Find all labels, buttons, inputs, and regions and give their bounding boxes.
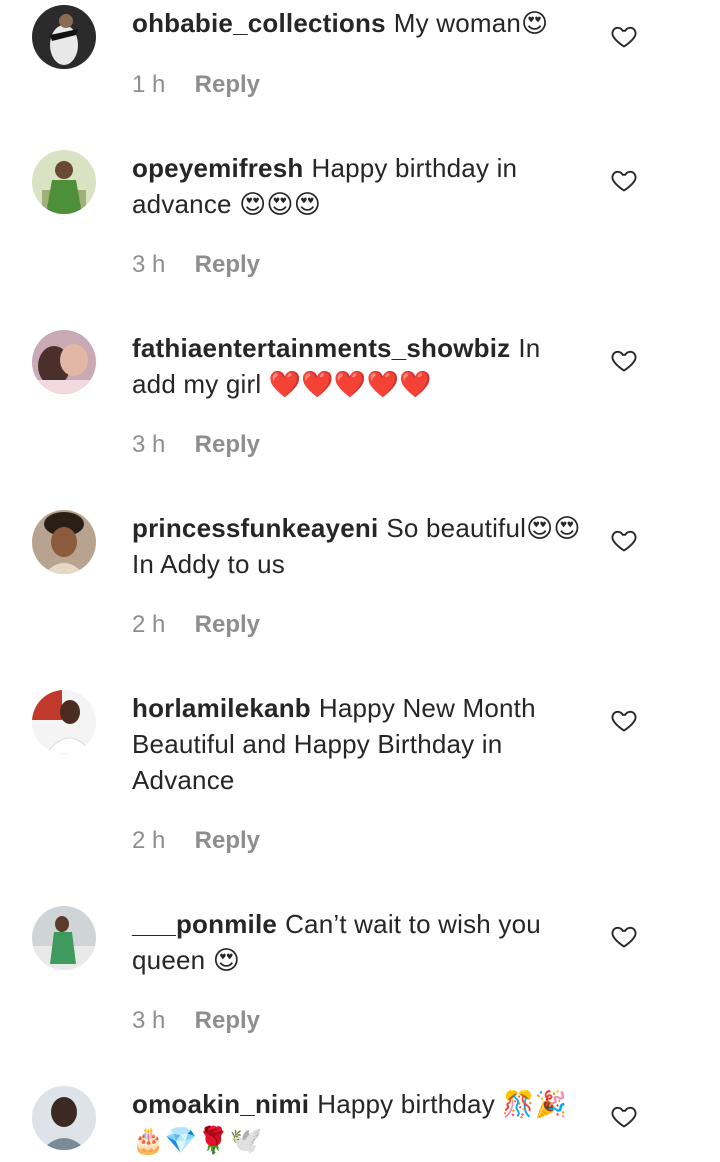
comment-time: 3 h (132, 431, 166, 458)
avatar[interactable] (32, 1086, 96, 1150)
heart-icon[interactable] (610, 922, 638, 950)
heart-icon[interactable] (610, 166, 638, 194)
heart-icon[interactable] (610, 526, 638, 554)
reply-button[interactable]: Reply (195, 431, 260, 458)
comment-text: ohbabie_collections My woman😍 (132, 5, 582, 41)
comment-time: 3 h (132, 251, 166, 278)
comment-time: 2 h (132, 611, 166, 638)
reply-button[interactable]: Reply (195, 827, 260, 854)
avatar[interactable] (32, 150, 96, 214)
comment-username[interactable]: fathiaentertainments_showbiz (132, 333, 510, 363)
comment-username[interactable]: ___ponmile (132, 909, 277, 939)
comment-username[interactable]: horlamilekanb (132, 693, 311, 723)
heart-icon[interactable] (610, 22, 638, 50)
comment-text: ___ponmile Can’t wait to wish you queen 😍 (132, 906, 582, 978)
comment-username[interactable]: princessfunkeayeni (132, 513, 378, 543)
comment-time: 1 h (132, 71, 166, 98)
reply-button[interactable]: Reply (195, 71, 260, 98)
heart-icon[interactable] (610, 346, 638, 374)
avatar[interactable] (32, 5, 96, 69)
avatar[interactable] (32, 510, 96, 574)
comment-text: horlamilekanb Happy New Month Beautiful a… (132, 690, 582, 798)
reply-button[interactable]: Reply (195, 611, 260, 638)
comment-username[interactable]: opeyemifresh (132, 153, 303, 183)
reply-button[interactable]: Reply (195, 1007, 260, 1034)
heart-icon[interactable] (610, 1102, 638, 1130)
comment-username[interactable]: ohbabie_collections (132, 8, 386, 38)
comment-text: princessfunkeayeni So beautiful😍😍 In Addy… (132, 510, 582, 582)
avatar[interactable] (32, 330, 96, 394)
comment-username[interactable]: omoakin_nimi (132, 1089, 309, 1119)
comment-text: opeyemifresh Happy birthday in advance 😍😍… (132, 150, 582, 222)
comment-text: omoakin_nimi Happy birthday 🎊🎉🎂💎🌹🕊️ (132, 1086, 582, 1158)
comment-body: My woman😍 (393, 8, 549, 38)
comment-text: fathiaentertainments_showbiz In add my gi… (132, 330, 582, 402)
avatar[interactable] (32, 906, 96, 970)
avatar[interactable] (32, 690, 96, 754)
reply-button[interactable]: Reply (195, 251, 260, 278)
heart-icon[interactable] (610, 706, 638, 734)
comment-time: 3 h (132, 1007, 166, 1034)
comment-time: 2 h (132, 827, 166, 854)
